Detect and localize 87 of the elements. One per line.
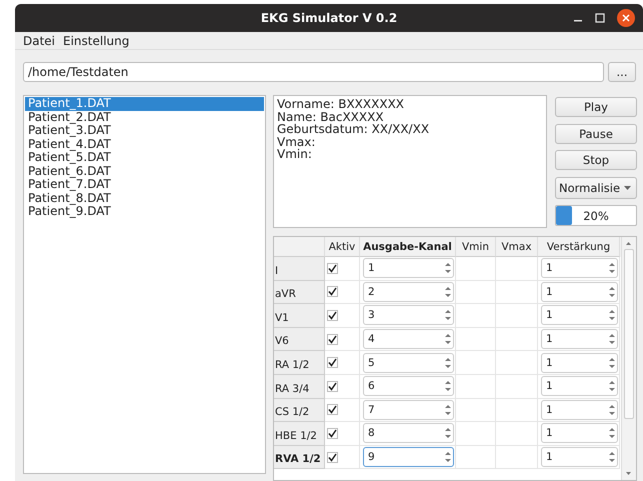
row-header[interactable]: I xyxy=(274,257,325,281)
gain-spinbox[interactable]: 1 xyxy=(541,329,618,350)
gain-spinbox[interactable]: 1 xyxy=(541,352,618,373)
checkbox[interactable] xyxy=(327,334,338,345)
channel-spinbox[interactable]: 5 xyxy=(363,352,454,373)
spin-arrows-icon[interactable] xyxy=(443,426,453,440)
spin-arrows-icon[interactable] xyxy=(607,402,617,417)
progress-text: 20% xyxy=(583,208,609,222)
row-header[interactable]: aVR xyxy=(274,280,325,304)
file-item[interactable]: Patient_4.DAT xyxy=(25,138,264,151)
row-header[interactable]: RA 3/4 xyxy=(274,374,325,399)
gain-spinbox[interactable]: 1 xyxy=(541,447,618,468)
row-header[interactable]: RVA 1/2 xyxy=(274,446,325,470)
gain-spinbox[interactable]: 1 xyxy=(541,376,618,396)
gain-spinbox[interactable]: 1 xyxy=(541,305,618,326)
row-header[interactable]: V6 xyxy=(274,328,325,352)
column-header[interactable]: Vmin xyxy=(456,237,496,257)
path-field[interactable]: /home/Testdaten xyxy=(23,62,604,82)
file-item[interactable]: Patient_9.DAT xyxy=(25,205,264,218)
file-item[interactable]: Patient_5.DAT xyxy=(25,151,264,164)
mode-dropdown[interactable]: Normalisie xyxy=(555,176,637,198)
gain-spinbox[interactable]: 1 xyxy=(541,258,618,278)
maximize-icon[interactable] xyxy=(595,13,605,23)
spin-arrows-icon[interactable] xyxy=(443,356,453,370)
channel-spinbox[interactable]: 2 xyxy=(363,282,454,302)
checkbox[interactable] xyxy=(327,452,338,463)
spin-arrows-icon[interactable] xyxy=(607,284,617,299)
gain-spinbox[interactable]: 1 xyxy=(541,423,618,444)
browse-button[interactable]: ... xyxy=(608,62,636,82)
spin-arrows-icon[interactable] xyxy=(607,332,617,346)
spin-arrows-icon[interactable] xyxy=(607,356,617,370)
spin-arrows-icon[interactable] xyxy=(607,426,617,440)
control-button[interactable]: Stop xyxy=(555,150,637,170)
row-header[interactable]: CS 1/2 xyxy=(274,398,325,422)
file-item[interactable]: Patient_8.DAT xyxy=(25,192,264,205)
column-header[interactable]: Ausgabe-Kanal xyxy=(360,237,456,257)
spin-arrows-icon[interactable] xyxy=(607,261,617,276)
checkbox[interactable] xyxy=(327,286,338,298)
checkbox[interactable] xyxy=(327,310,338,321)
checkbox[interactable] xyxy=(327,357,338,368)
file-item[interactable]: Patient_6.DAT xyxy=(25,164,264,178)
spin-arrows-icon[interactable] xyxy=(443,284,453,299)
channel-spinbox[interactable]: 7 xyxy=(363,400,454,420)
column-header[interactable]: Aktiv xyxy=(325,237,360,257)
gain-spinbox[interactable]: 1 xyxy=(541,400,618,420)
menu-item[interactable]: Datei xyxy=(23,34,56,48)
checkbox[interactable] xyxy=(327,380,338,392)
menu-item[interactable]: Einstellung xyxy=(63,34,130,48)
file-item[interactable]: Patient_3.DAT xyxy=(25,124,264,138)
column-header[interactable]: Vmax xyxy=(496,237,538,257)
file-item[interactable]: Patient_7.DAT xyxy=(25,178,264,192)
spin-arrows-icon[interactable] xyxy=(443,379,453,394)
spin-arrows-icon[interactable] xyxy=(607,379,617,394)
file-item[interactable]: Patient_2.DAT xyxy=(25,110,264,124)
row-header[interactable]: RA 1/2 xyxy=(274,351,325,375)
spin-arrows-icon[interactable] xyxy=(443,402,453,417)
spin-arrows-icon[interactable] xyxy=(607,450,617,464)
info-line: Vmax: xyxy=(277,136,316,148)
channel-spinbox[interactable]: 1 xyxy=(363,258,454,278)
window-title: EKG Simulator V 0.2 xyxy=(260,11,398,25)
channel-spinbox[interactable]: 6 xyxy=(363,376,454,396)
spin-arrows-icon[interactable] xyxy=(443,308,453,322)
channel-spinbox[interactable]: 3 xyxy=(363,305,454,326)
row-header[interactable]: V1 xyxy=(274,304,325,328)
info-line: Vorname: BXXXXXXX xyxy=(277,98,406,110)
info-line: Geburtsdatum: XX/XX/XX xyxy=(277,123,430,136)
row-header[interactable]: HBE 1/2 xyxy=(274,422,325,446)
spin-arrows-icon[interactable] xyxy=(443,261,453,276)
info-line: Name: BacXXXXX xyxy=(277,110,385,123)
checkbox[interactable] xyxy=(327,404,338,416)
file-item[interactable]: Patient_1.DAT xyxy=(25,97,264,110)
channel-spinbox[interactable]: 8 xyxy=(363,423,454,444)
channel-spinbox[interactable]: 4 xyxy=(363,329,454,350)
checkbox[interactable] xyxy=(327,262,338,274)
checkbox[interactable] xyxy=(327,428,338,439)
caret-icon xyxy=(624,186,631,190)
channel-spinbox[interactable]: 9 xyxy=(363,447,454,468)
spin-arrows-icon[interactable] xyxy=(443,332,453,346)
info-line: Vmin: xyxy=(277,148,313,160)
close-icon[interactable] xyxy=(617,9,635,27)
spin-arrows-icon[interactable] xyxy=(443,450,453,464)
gain-spinbox[interactable]: 1 xyxy=(541,282,618,302)
column-header[interactable]: Verstärkung xyxy=(538,237,620,257)
control-button[interactable]: Play xyxy=(555,97,637,117)
scrollbar[interactable] xyxy=(621,237,636,480)
control-button[interactable]: Pause xyxy=(555,124,637,144)
spin-arrows-icon[interactable] xyxy=(607,308,617,322)
